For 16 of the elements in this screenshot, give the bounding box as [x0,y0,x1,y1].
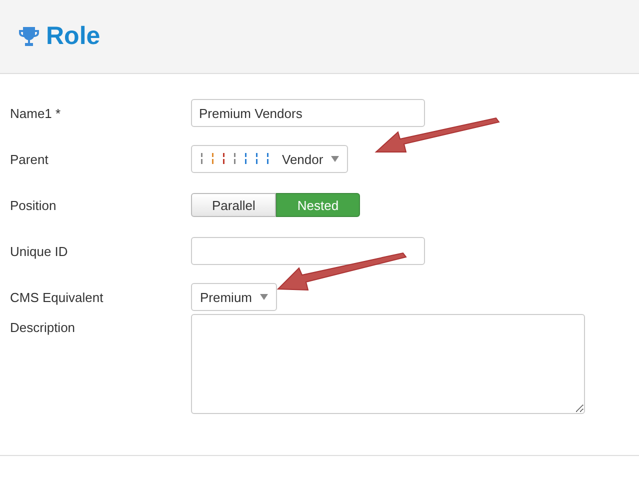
field-label: CMS Equivalent [10,290,104,304]
field-label: Description [10,320,76,335]
caret-icon [260,294,268,300]
field-label: Position [10,198,58,212]
field-label: Name1 * [10,106,62,120]
description-field[interactable] [191,314,585,414]
field-label: Unique ID [10,244,69,258]
text-field[interactable] [191,237,425,265]
page-title: Role [46,22,100,51]
text-field[interactable]: Premium Vendors [191,99,425,127]
select-dropdown[interactable]: Premium [191,283,278,311]
field-label: Parent [10,152,50,166]
trophy-icon [18,26,40,46]
select-dropdown[interactable]: Vendor [191,145,348,173]
caret-icon [331,156,340,162]
toggle-button[interactable]: Parallel [191,193,276,217]
